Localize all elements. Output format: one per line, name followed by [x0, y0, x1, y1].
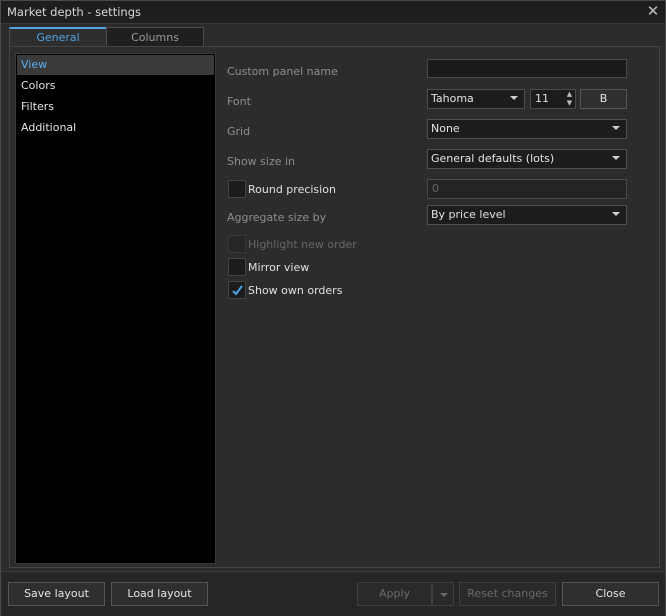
- chevron-down-icon: [510, 96, 518, 100]
- aggregate-size-by-value: By price level: [431, 208, 506, 221]
- save-layout-button[interactable]: Save layout: [8, 582, 105, 606]
- stepper-up-icon[interactable]: ▲: [564, 90, 575, 99]
- content-panel: View Colors Filters Additional Custom pa…: [9, 46, 660, 568]
- apply-button[interactable]: Apply: [357, 582, 432, 606]
- aggregate-size-by-select[interactable]: By price level: [427, 205, 627, 225]
- show-own-orders-checkbox[interactable]: [228, 281, 246, 299]
- checkmark-icon: [232, 285, 243, 296]
- stepper-down-icon[interactable]: ▼: [564, 99, 575, 108]
- grid-select[interactable]: None: [427, 119, 627, 139]
- close-button[interactable]: Close: [562, 582, 659, 606]
- window-title: Market depth - settings: [7, 5, 141, 19]
- close-icon[interactable]: ✕: [645, 3, 661, 19]
- sidebar: View Colors Filters Additional: [15, 53, 216, 564]
- grid-label: Grid: [227, 125, 251, 138]
- show-size-in-select[interactable]: General defaults (lots): [427, 149, 627, 169]
- footer-bar: Save layout Load layout Apply Reset chan…: [1, 571, 665, 616]
- round-precision-label: Round precision: [248, 183, 336, 196]
- font-size-stepper[interactable]: 11 ▲ ▼: [530, 89, 576, 109]
- font-size-value: 11: [535, 92, 549, 105]
- chevron-down-icon: [612, 212, 620, 216]
- sidebar-item-additional[interactable]: Additional: [17, 118, 214, 138]
- sidebar-item-colors[interactable]: Colors: [17, 76, 214, 96]
- mirror-view-label: Mirror view: [248, 261, 310, 274]
- show-own-orders-label: Show own orders: [248, 284, 343, 297]
- custom-panel-name-input[interactable]: [427, 59, 627, 78]
- load-layout-button[interactable]: Load layout: [111, 582, 208, 606]
- apply-dropdown-button[interactable]: [432, 582, 454, 606]
- mirror-view-checkbox[interactable]: [228, 258, 246, 276]
- reset-changes-button[interactable]: Reset changes: [459, 582, 556, 606]
- tab-general[interactable]: General: [9, 27, 107, 47]
- sidebar-item-view[interactable]: View: [17, 55, 214, 75]
- bold-toggle-button[interactable]: B: [580, 89, 627, 109]
- aggregate-size-by-label: Aggregate size by: [227, 211, 327, 224]
- show-size-in-label: Show size in: [227, 155, 296, 168]
- font-family-value: Tahoma: [431, 92, 474, 105]
- font-family-select[interactable]: Tahoma: [427, 89, 525, 109]
- font-label: Font: [227, 95, 251, 108]
- chevron-down-icon: [612, 156, 620, 160]
- show-size-in-value: General defaults (lots): [431, 152, 555, 165]
- custom-panel-name-label: Custom panel name: [227, 65, 338, 78]
- round-precision-checkbox[interactable]: [228, 180, 246, 198]
- chevron-down-icon: [612, 126, 620, 130]
- tab-columns[interactable]: Columns: [106, 27, 204, 47]
- settings-window: Market depth - settings ✕ General Column…: [0, 0, 666, 616]
- grid-value: None: [431, 122, 460, 135]
- highlight-new-order-label: Highlight new order: [248, 238, 357, 251]
- round-precision-input[interactable]: 0: [427, 179, 627, 199]
- sidebar-item-filters[interactable]: Filters: [17, 97, 214, 117]
- chevron-down-icon: [440, 593, 448, 597]
- highlight-new-order-checkbox[interactable]: [228, 235, 246, 253]
- title-bar: Market depth - settings ✕: [1, 1, 665, 24]
